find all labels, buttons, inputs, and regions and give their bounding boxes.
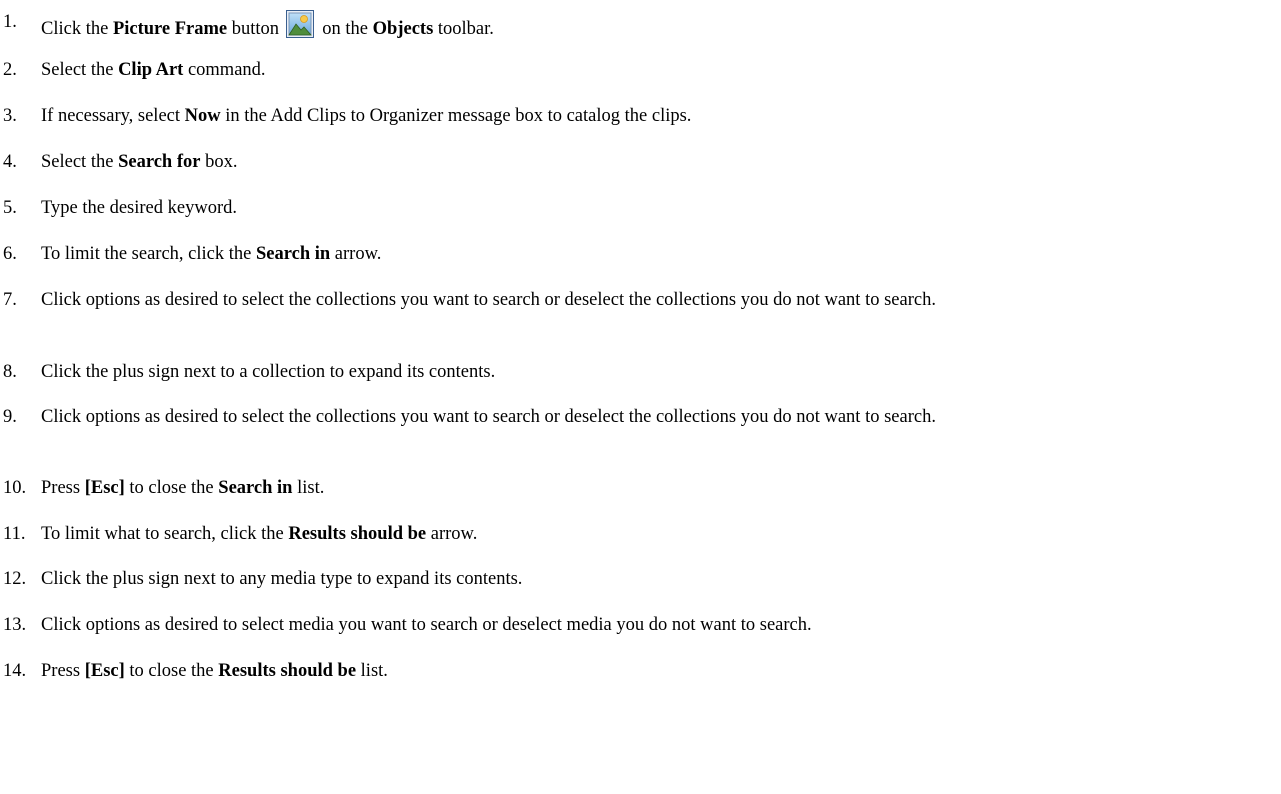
step-text: Press [Esc] to close the Results should … <box>41 659 1261 683</box>
step-text: To limit the search, click the Search in… <box>41 242 1261 266</box>
step-text-part: arrow. <box>426 524 478 544</box>
step-text: Click the Picture Frame button on the Ob… <box>41 10 1261 41</box>
step-text-part: Click the <box>41 19 113 39</box>
step-text-part: To limit the search, click the <box>41 244 256 264</box>
step-number: 12. <box>3 569 27 589</box>
step-keyword: [Esc] <box>84 478 125 498</box>
step-text-part: list. <box>292 478 325 498</box>
step-text-part: command. <box>183 60 266 80</box>
step-text: Press [Esc] to close the Search in list. <box>41 476 1261 500</box>
step-text: Select the Clip Art command. <box>41 58 1261 82</box>
step-number: 3. <box>3 106 17 126</box>
step-number: 10. <box>3 478 27 498</box>
step-number: 4. <box>3 152 17 172</box>
step-text-part: Click options as desired to select media… <box>41 615 812 635</box>
step-keyword: Search in <box>255 244 331 264</box>
step-number: 13. <box>3 615 27 635</box>
step-number: 2. <box>3 60 17 80</box>
step-text-part: Click options as desired to select the c… <box>41 290 936 310</box>
step-keyword: Now <box>184 106 221 126</box>
step-text: Click the plus sign next to a collection… <box>41 360 1261 384</box>
step-keyword: Clip Art <box>118 60 184 80</box>
step-text: To limit what to search, click the Resul… <box>41 522 1261 546</box>
step-keyword: [Esc] <box>84 661 125 681</box>
step-number: 8. <box>3 362 17 382</box>
step-number: 14. <box>3 661 27 681</box>
step-text: Click options as desired to select the c… <box>41 288 1261 312</box>
step-text-part: Type the desired keyword. <box>41 198 237 218</box>
step-text-part: toolbar. <box>433 19 494 39</box>
step-text-part: in the Add Clips to Organizer message bo… <box>220 106 692 126</box>
step-text-part: box. <box>200 152 238 172</box>
step-text-part: list. <box>356 661 388 681</box>
step-text-part: Click the plus sign next to any media ty… <box>41 569 523 589</box>
step-text-part: to close the <box>124 661 219 681</box>
step-text-part: button <box>227 19 284 39</box>
step-text-part: Press <box>41 661 85 681</box>
step-text-part: Select the <box>41 60 119 80</box>
step-text: If necessary, select Now in the Add Clip… <box>41 104 1261 128</box>
step-text-part: arrow. <box>330 244 382 264</box>
step-number: 6. <box>3 244 17 264</box>
step-keyword: Results should be <box>288 524 427 544</box>
step-text-part: Select the <box>41 152 119 172</box>
step-text: Select the Search for box. <box>41 150 1261 174</box>
step-text-part: Click options as desired to select the c… <box>41 407 936 427</box>
step-text-part: on the <box>317 19 373 39</box>
picture-frame-icon <box>285 10 314 38</box>
step-number: 7. <box>3 290 17 310</box>
step-keyword: Search in <box>218 478 293 498</box>
step-text: Click the plus sign next to any media ty… <box>41 567 1261 591</box>
step-number: 9. <box>3 407 17 427</box>
step-keyword: Search for <box>118 152 201 172</box>
step-text: Type the desired keyword. <box>41 196 1261 220</box>
step-text: Click options as desired to select media… <box>41 613 1261 637</box>
step-keyword: Picture Frame <box>112 19 228 39</box>
step-text-part: Press <box>41 478 85 498</box>
step-text-part: to close the <box>124 478 219 498</box>
step-keyword: Objects <box>372 19 434 39</box>
step-number: 5. <box>3 198 17 218</box>
step-text: Click options as desired to select the c… <box>41 405 1261 429</box>
step-text-part: Click the plus sign next to a collection… <box>41 362 496 382</box>
step-keyword: Results should be <box>218 661 357 681</box>
step-text-part: If necessary, select <box>41 106 185 126</box>
step-text-part: To limit what to search, click the <box>41 524 289 544</box>
step-number: 11. <box>3 524 26 544</box>
step-number: 1. <box>3 12 17 32</box>
